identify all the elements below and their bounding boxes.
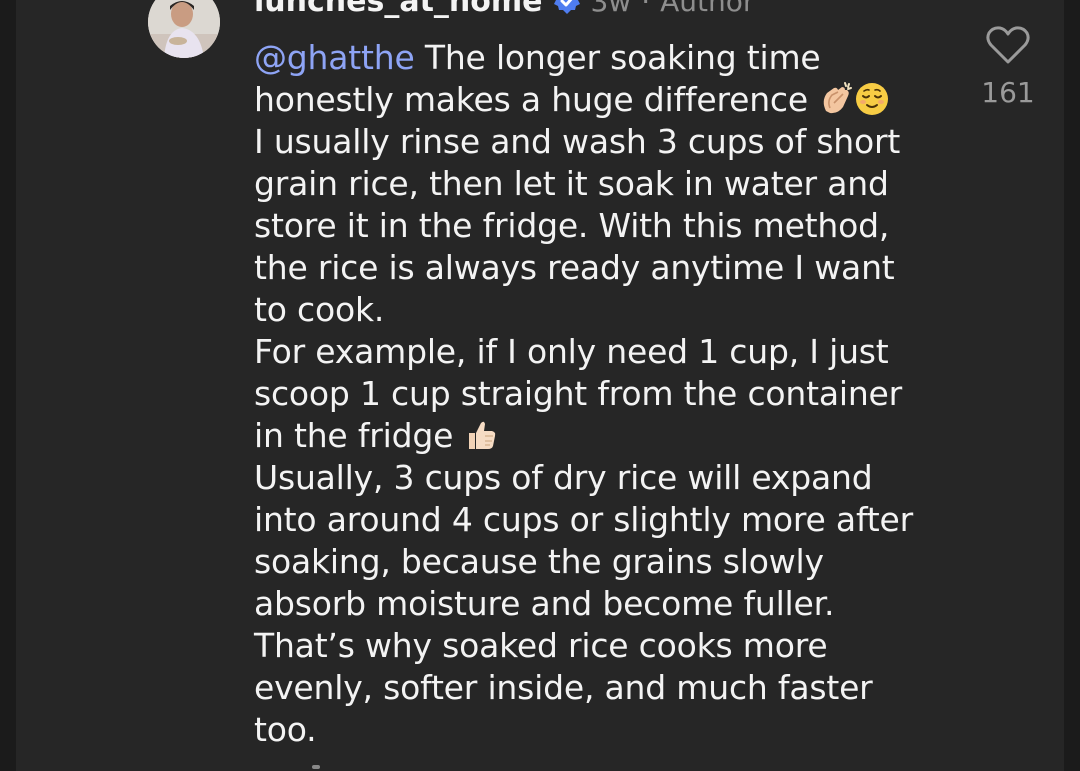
comment-line: absorb moisture and become fuller. xyxy=(254,584,835,623)
comment-line: store it in the fridge. With this method… xyxy=(254,206,890,245)
author-badge: Author xyxy=(660,0,755,18)
comment-line: to cook. xyxy=(254,290,385,329)
comment-line: the rice is always ready anytime I want xyxy=(254,248,895,287)
comment-line: into around 4 cups or slightly more afte… xyxy=(254,500,914,539)
comment-text: in the fridge xyxy=(254,416,464,455)
comment-line: For example, if I only need 1 cup, I jus… xyxy=(254,332,889,371)
comment-line: in the fridge xyxy=(254,415,954,457)
comment-line: That’s why soaked rice cooks more xyxy=(254,626,828,665)
verified-badge-icon xyxy=(553,0,580,14)
comment-line: Usually, 3 cups of dry rice will expand xyxy=(254,458,873,497)
mention-link[interactable]: @ghatthe xyxy=(254,38,415,77)
comment-line: honestly makes a huge difference xyxy=(254,79,954,121)
relieved-face-emoji xyxy=(856,83,889,115)
comment-header: lunches_at_home 3w · Author xyxy=(254,0,755,19)
app-frame: lunches_at_home 3w · Author @ghatthe The… xyxy=(0,0,1080,771)
time-ago: 3w xyxy=(590,0,632,18)
clapping-hands-emoji xyxy=(823,82,853,114)
comment-text: honestly makes a huge difference xyxy=(254,80,819,119)
divider xyxy=(312,765,320,769)
comment-line: scoop 1 cup straight from the container xyxy=(254,374,903,413)
heart-outline-icon[interactable] xyxy=(985,24,1031,66)
meta-separator: · xyxy=(641,0,651,18)
comment-body: @ghatthe The longer soaking time honestl… xyxy=(254,37,954,751)
comment-line: soaking, because the grains slowly xyxy=(254,542,824,581)
comment-line: grain rice, then let it soak in water an… xyxy=(254,164,889,203)
like-count: 161 xyxy=(981,76,1035,109)
username[interactable]: lunches_at_home xyxy=(254,0,543,19)
comment-text: The longer soaking time xyxy=(414,38,821,77)
comment-line: @ghatthe The longer soaking time xyxy=(254,37,954,79)
comment-line: too. xyxy=(254,710,317,749)
thumbs-up-emoji xyxy=(469,421,496,449)
comment-line: I usually rinse and wash 3 cups of short xyxy=(254,122,901,161)
comment-line: evenly, softer inside, and much faster xyxy=(254,668,873,707)
